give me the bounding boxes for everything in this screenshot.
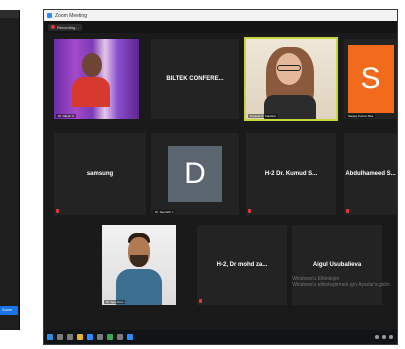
participant-tile[interactable]: Abdulhameed S...: [344, 133, 397, 215]
windows-start-icon[interactable]: [47, 334, 53, 340]
muted-mic-icon: [248, 209, 251, 213]
participant-video-glasses: [277, 65, 301, 71]
background-window: Zoom: [0, 10, 20, 330]
participant-tile[interactable]: H-2 Dr. Kumud S...: [246, 133, 336, 215]
window-title: Zoom Meeting: [55, 12, 87, 19]
muted-mic-icon: [199, 299, 202, 303]
task-view-icon[interactable]: [67, 334, 73, 340]
app-icon[interactable]: [107, 334, 113, 340]
participant-tile[interactable]: S Sanjay Kumar Sha: [344, 39, 397, 119]
zoom-meeting-window: Zoom Meeting Recording... Dr. Nilesh C B…: [43, 9, 398, 345]
muted-mic-icon: [56, 209, 59, 213]
edge-icon[interactable]: [87, 334, 93, 340]
participant-caption: Dr. Saurabh J: [153, 210, 176, 214]
participant-tile[interactable]: Dr. Nilesh C: [54, 39, 139, 119]
record-dot-icon: [51, 25, 55, 29]
tray-icon[interactable]: [382, 335, 386, 339]
participant-avatar: S: [347, 45, 394, 113]
tray-icon[interactable]: [389, 335, 393, 339]
participant-caption: Sanjay Kumar Sha: [346, 114, 376, 118]
participant-tile[interactable]: BILTEK CONFERE...: [151, 39, 239, 119]
participant-caption: Daniela D. Carolino: [248, 114, 279, 118]
participant-video-body: [72, 77, 110, 107]
participant-name: H-2, Dr mohd za...: [216, 262, 268, 268]
participant-tile[interactable]: Dr. Ajay Kum: [102, 225, 176, 305]
store-icon[interactable]: [97, 334, 103, 340]
participant-caption: Dr. Ajay Kum: [104, 300, 126, 304]
zoom-app-icon: [47, 13, 52, 18]
watermark-line-2: Windows'u etkinleştirmek için Ayarlar'a …: [292, 282, 391, 288]
participant-caption: Dr. Nilesh C: [56, 114, 77, 118]
app-icon[interactable]: [117, 334, 123, 340]
windows-activation-watermark: Windows'u Etkinleştir Windows'u etkinleş…: [292, 276, 391, 288]
participant-tile-active-speaker[interactable]: Daniela D. Carolino: [244, 37, 338, 121]
muted-mic-icon: [346, 209, 349, 213]
participant-name: H-2 Dr. Kumud S...: [264, 171, 318, 177]
participant-tile[interactable]: Aigul Usubalieva: [292, 225, 382, 305]
desktop: Zoom Zoom Meeting Recording... Dr. Niles…: [0, 0, 405, 349]
participant-avatar: D: [168, 146, 222, 202]
participant-name: BILTEK CONFERE...: [166, 76, 224, 82]
recording-indicator[interactable]: Recording...: [48, 23, 82, 31]
participant-tile[interactable]: H-2, Dr mohd za...: [197, 225, 287, 305]
participant-tile[interactable]: samsung: [54, 133, 146, 215]
system-tray: [375, 335, 397, 339]
window-titlebar: Zoom Meeting: [44, 10, 397, 21]
participant-name: samsung: [86, 171, 114, 177]
participant-video-head: [82, 53, 102, 77]
participant-name: Abdulhameed S...: [345, 171, 396, 177]
background-window-button-label: Zoom: [2, 307, 13, 312]
background-window-titlebar: [0, 10, 19, 18]
recording-label: Recording...: [57, 24, 79, 30]
participant-video-beard: [130, 255, 148, 267]
meeting-toolbar: Recording...: [44, 21, 397, 33]
participant-tile[interactable]: D Dr. Saurabh J: [151, 133, 239, 215]
windows-taskbar: [44, 330, 397, 344]
tray-icon[interactable]: [375, 335, 379, 339]
participant-name: Aigul Usubalieva: [312, 262, 362, 268]
zoom-taskbar-icon[interactable]: [127, 334, 133, 340]
gallery-view: Dr. Nilesh C BILTEK CONFERE... Daniela D…: [44, 33, 397, 318]
file-explorer-icon[interactable]: [77, 334, 83, 340]
search-icon[interactable]: [57, 334, 63, 340]
